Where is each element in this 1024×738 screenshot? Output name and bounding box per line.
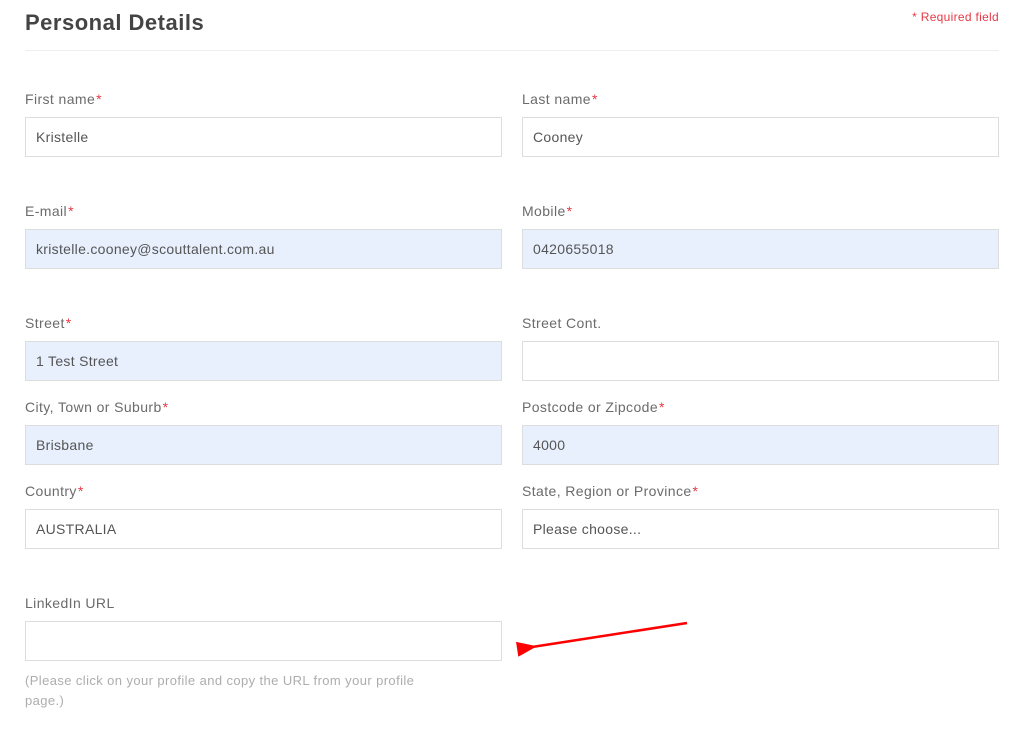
required-star: * [693, 483, 699, 499]
required-star: * [68, 203, 74, 219]
email-input[interactable] [25, 229, 502, 269]
email-label: E-mail* [25, 203, 502, 219]
last-name-label-text: Last name [522, 91, 591, 107]
last-name-field: Last name* [522, 91, 999, 157]
mobile-label: Mobile* [522, 203, 999, 219]
city-label-text: City, Town or Suburb [25, 399, 162, 415]
mobile-label-text: Mobile [522, 203, 566, 219]
street-cont-label: Street Cont. [522, 315, 999, 331]
city-field: City, Town or Suburb* [25, 399, 502, 465]
country-field: Country* [25, 483, 502, 549]
country-label-text: Country [25, 483, 77, 499]
state-label-text: State, Region or Province [522, 483, 692, 499]
row-spacer [25, 175, 999, 203]
personal-details-form: First name* Last name* E-mail* Mobile* S… [25, 91, 999, 728]
header-row: Personal Details * Required field [25, 10, 999, 51]
postcode-label: Postcode or Zipcode* [522, 399, 999, 415]
street-input[interactable] [25, 341, 502, 381]
required-star: * [96, 91, 102, 107]
country-select[interactable] [25, 509, 502, 549]
street-cont-input[interactable] [522, 341, 999, 381]
first-name-label: First name* [25, 91, 502, 107]
street-label-text: Street [25, 315, 65, 331]
postcode-label-text: Postcode or Zipcode [522, 399, 658, 415]
required-star: * [567, 203, 573, 219]
state-field: State, Region or Province* [522, 483, 999, 549]
street-cont-field: Street Cont. [522, 315, 999, 381]
required-star: * [659, 399, 665, 415]
first-name-label-text: First name [25, 91, 95, 107]
postcode-input[interactable] [522, 425, 999, 465]
postcode-field: Postcode or Zipcode* [522, 399, 999, 465]
linkedin-field: LinkedIn URL (Please click on your profi… [25, 595, 502, 710]
street-label: Street* [25, 315, 502, 331]
linkedin-input[interactable] [25, 621, 502, 661]
mobile-input[interactable] [522, 229, 999, 269]
city-input[interactable] [25, 425, 502, 465]
row-spacer [25, 567, 999, 595]
country-label: Country* [25, 483, 502, 499]
state-label: State, Region or Province* [522, 483, 999, 499]
street-field: Street* [25, 315, 502, 381]
email-field: E-mail* [25, 203, 502, 269]
linkedin-help-text: (Please click on your profile and copy t… [25, 671, 445, 710]
required-star: * [78, 483, 84, 499]
state-select[interactable] [522, 509, 999, 549]
row-spacer [25, 287, 999, 315]
page-title: Personal Details [25, 10, 204, 36]
city-label: City, Town or Suburb* [25, 399, 502, 415]
mobile-field: Mobile* [522, 203, 999, 269]
first-name-field: First name* [25, 91, 502, 157]
required-field-note: * Required field [912, 10, 999, 24]
required-star: * [66, 315, 72, 331]
arrow-icon [512, 617, 702, 657]
first-name-input[interactable] [25, 117, 502, 157]
annotation-arrow-wrap [522, 595, 999, 728]
required-star: * [163, 399, 169, 415]
last-name-input[interactable] [522, 117, 999, 157]
email-label-text: E-mail [25, 203, 67, 219]
linkedin-label: LinkedIn URL [25, 595, 502, 611]
last-name-label: Last name* [522, 91, 999, 107]
required-star: * [592, 91, 598, 107]
